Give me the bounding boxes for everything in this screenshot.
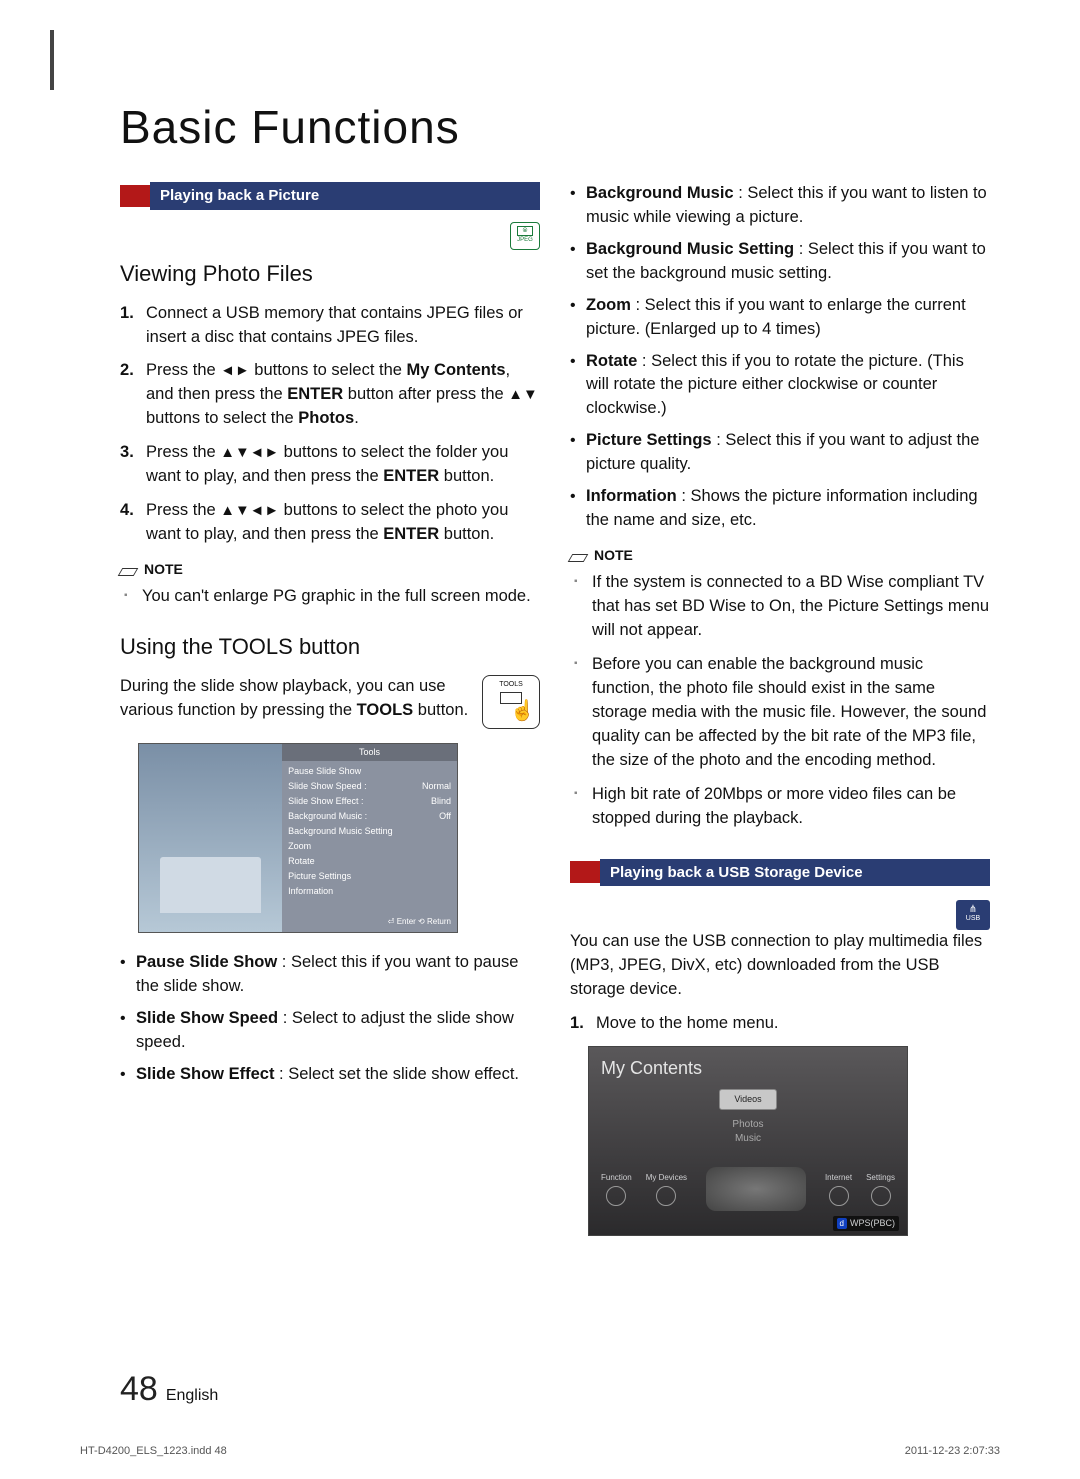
left-bullets: Pause Slide Show : Select this if you wa…	[120, 951, 540, 1087]
crop-mark	[50, 30, 54, 90]
ribbon-accent	[120, 185, 150, 207]
steps-list: Connect a USB memory that contains JPEG …	[120, 302, 540, 547]
screenshot-menu: Tools Pause Slide Show Slide Show Speed …	[282, 744, 457, 932]
subheading-viewing: Viewing Photo Files	[120, 258, 540, 290]
note-heading: NOTE	[570, 545, 990, 565]
bullet-item: Slide Show Effect : Select set the slide…	[120, 1063, 540, 1087]
note-list: You can't enlarge PG graphic in the full…	[120, 585, 540, 609]
right-column: Background Music : Select this if you wa…	[570, 182, 990, 1236]
bullet-item: Picture Settings : Select this if you wa…	[570, 429, 990, 477]
ribbon-label: Playing back a USB Storage Device	[600, 859, 990, 887]
tools-menu-screenshot: Tools Pause Slide Show Slide Show Speed …	[138, 743, 458, 933]
screenshot-footer: ⏎ Enter ⟲ Return	[388, 916, 451, 928]
page-language: English	[166, 1387, 218, 1405]
note-item: If the system is connected to a BD Wise …	[592, 571, 990, 643]
step-item: Press the ▲▼◄► buttons to select the fol…	[120, 441, 540, 489]
mc-function: Function	[601, 1172, 632, 1206]
print-footer: HT-D4200_ELS_1223.indd 48 2011-12-23 2:0…	[80, 1445, 1000, 1457]
ribbon-label: Playing back a Picture	[150, 182, 540, 210]
section-ribbon: Playing back a USB Storage Device	[570, 859, 990, 887]
steps-list: Move to the home menu.	[570, 1012, 990, 1036]
page-footer: 48 English	[120, 1370, 218, 1409]
bullet-item: Information : Shows the picture informat…	[570, 485, 990, 533]
mc-settings: Settings	[866, 1172, 895, 1206]
mc-center-art	[706, 1167, 806, 1211]
note-icon	[120, 562, 138, 576]
bullet-item: Slide Show Speed : Select to adjust the …	[120, 1007, 540, 1055]
mc-title: My Contents	[589, 1047, 907, 1089]
note-icon	[570, 548, 588, 562]
step-item: Move to the home menu.	[570, 1012, 990, 1036]
hand-icon: ☝	[510, 697, 535, 726]
bullet-item: Zoom : Select this if you want to enlarg…	[570, 294, 990, 342]
left-column: Playing back a Picture ⦾ JPEG Viewing Ph…	[120, 182, 540, 1236]
mc-options: Photos Music	[589, 1118, 907, 1146]
menu-title: Tools	[282, 744, 457, 761]
note-heading: NOTE	[120, 559, 540, 579]
chapter-title: Basic Functions	[120, 100, 990, 154]
mc-internet: Internet	[825, 1172, 852, 1206]
tools-button-icon: TOOLS ☝	[482, 675, 540, 729]
note-list: If the system is connected to a BD Wise …	[570, 571, 990, 830]
ribbon-accent	[570, 861, 600, 883]
step-item: Connect a USB memory that contains JPEG …	[120, 302, 540, 350]
mc-footer: dWPS(PBC)	[833, 1216, 899, 1231]
mc-bottom-bar: Function My Devices Internet Settings	[589, 1167, 907, 1211]
page: Basic Functions Playing back a Picture ⦾…	[0, 0, 1080, 1479]
page-number: 48	[120, 1370, 158, 1409]
home-menu-screenshot: My Contents Videos Photos Music Function…	[588, 1046, 908, 1236]
right-bullets: Background Music : Select this if you wa…	[570, 182, 990, 533]
screenshot-photo	[139, 744, 282, 932]
note-item: High bit rate of 20Mbps or more video fi…	[592, 783, 990, 831]
usb-icon: ⋔ USB	[956, 900, 990, 930]
note-item: Before you can enable the background mus…	[592, 653, 990, 773]
subheading-tools: Using the TOOLS button	[120, 631, 540, 663]
content-columns: Playing back a Picture ⦾ JPEG Viewing Ph…	[120, 182, 990, 1236]
jpeg-icon: ⦾ JPEG	[510, 222, 540, 250]
bullet-item: Pause Slide Show : Select this if you wa…	[120, 951, 540, 999]
mc-tabs: Videos	[589, 1089, 907, 1110]
tools-paragraph: During the slide show playback, you can …	[120, 675, 470, 723]
note-label: NOTE	[594, 545, 633, 565]
bullet-item: Background Music Setting : Select this i…	[570, 238, 990, 286]
tools-row: During the slide show playback, you can …	[120, 675, 540, 729]
usb-paragraph: You can use the USB connection to play m…	[570, 930, 990, 1002]
mc-mydevices: My Devices	[646, 1172, 687, 1206]
bullet-item: Rotate : Select this if you to rotate th…	[570, 350, 990, 422]
bullet-item: Background Music : Select this if you wa…	[570, 182, 990, 230]
footer-date: 2011-12-23 2:07:33	[905, 1445, 1000, 1457]
note-item: You can't enlarge PG graphic in the full…	[142, 585, 540, 609]
footer-file: HT-D4200_ELS_1223.indd 48	[80, 1445, 227, 1457]
note-label: NOTE	[144, 559, 183, 579]
step-item: Press the ◄► buttons to select the My Co…	[120, 359, 540, 431]
step-item: Press the ▲▼◄► buttons to select the pho…	[120, 499, 540, 547]
mc-tab-videos: Videos	[719, 1089, 776, 1110]
section-ribbon: Playing back a Picture	[120, 182, 540, 210]
